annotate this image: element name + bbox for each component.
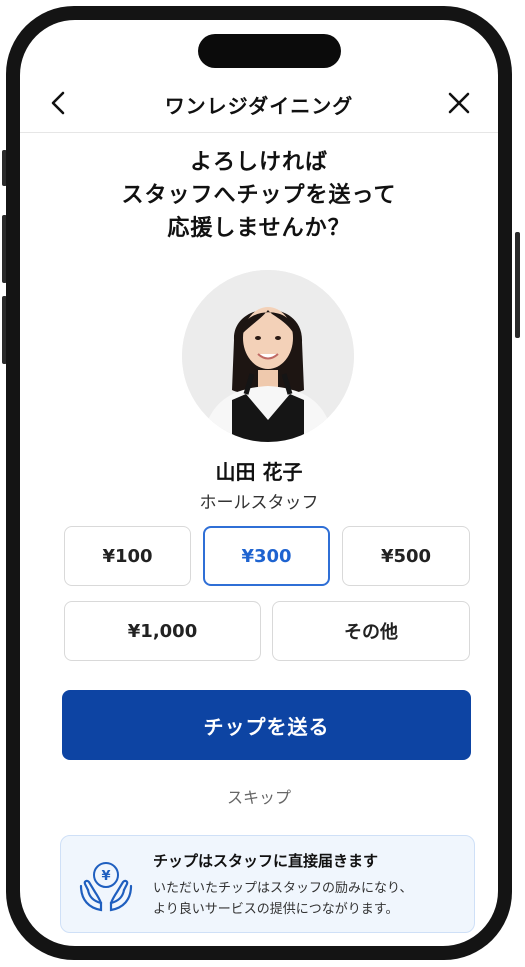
info-body: いただいたチップはスタッフの励みになり、 より良いサービスの提供につながります。 [153,878,412,920]
info-title: チップはスタッフに直接届きます [153,852,379,870]
staff-role: ホールスタッフ [199,493,319,513]
screen: ワンレジダイニング よろしければ スタッフへチップを送って 応援しませんか？ 山… [20,20,498,946]
tip-prompt-line: 応援しませんか？ [167,216,351,241]
info-body-line: いただいたチップはスタッフの励みになり、 [153,881,413,896]
tip-amount-500[interactable]: ¥500 [342,526,470,586]
skip-button[interactable]: スキップ [227,788,291,807]
phone-frame: ワンレジダイニング よろしければ スタッフへチップを送って 応援しませんか？ 山… [6,6,512,960]
tip-amount-100[interactable]: ¥100 [64,526,191,586]
dynamic-island [198,34,341,68]
tip-amount-300[interactable]: ¥300 [203,526,330,586]
nav-bar: ワンレジダイニング [20,72,498,133]
tip-prompt: よろしければ スタッフへチップを送って 応援しませんか？ [20,146,498,245]
power-button [515,232,520,338]
close-icon [448,92,470,114]
staff-photo [182,270,354,442]
page-title: ワンレジダイニング [164,94,354,118]
svg-text:¥: ¥ [101,869,110,884]
staff-name: 山田 花子 [215,460,303,484]
info-body-line: より良いサービスの提供につながります。 [153,902,399,917]
send-tip-button[interactable]: チップを送る [62,690,471,760]
info-box: ¥ チップはスタッフに直接届きます いただいたチップはスタッフの励みになり、 よ… [60,835,475,933]
staff-avatar [182,270,354,442]
skip-area: スキップ [20,784,498,808]
tip-amount-other[interactable]: その他 [272,601,470,661]
tip-prompt-line: スタッフへチップを送って [121,183,397,208]
close-button[interactable] [442,86,476,120]
tip-amount-1000[interactable]: ¥1,000 [64,601,261,661]
tip-prompt-line: よろしければ [189,150,328,175]
yen-coin-hands-icon: ¥ [79,862,133,912]
